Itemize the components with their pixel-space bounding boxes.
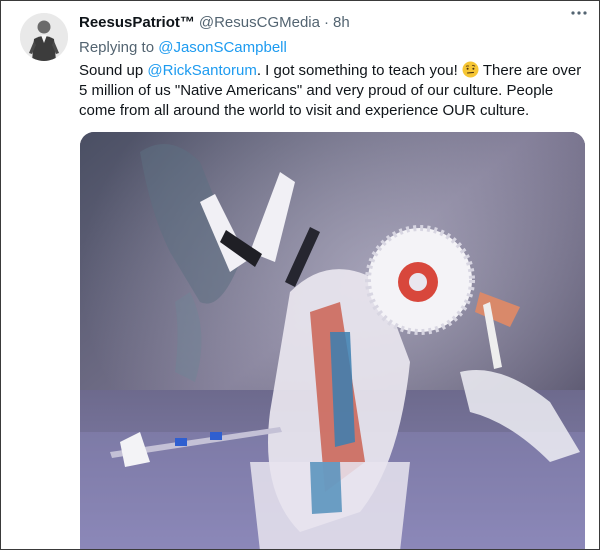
tweet-header: ReesusPatriot™ @ResusCGMedia · 8h	[79, 11, 589, 33]
tweet-text-part-1: Sound up	[79, 62, 148, 79]
tweet-card: ReesusPatriot™ @ResusCGMedia · 8h Replyi…	[0, 0, 600, 550]
replying-to-line: Replying to @JasonSCampbell	[79, 39, 589, 59]
tweet-text: Sound up @RickSantorum. I got something …	[79, 61, 584, 121]
replying-to-link[interactable]: @JasonSCampbell	[158, 39, 287, 56]
replying-to-label: Replying to	[79, 39, 155, 56]
tweet-body: ReesusPatriot™ @ResusCGMedia · 8h Replyi…	[79, 11, 589, 121]
avatar-image	[20, 13, 68, 61]
more-options-button[interactable]	[569, 3, 589, 23]
separator-dot: ·	[323, 13, 329, 31]
tweet-timestamp[interactable]: 8h	[333, 14, 350, 31]
more-horizontal-icon	[571, 11, 587, 15]
tweet-video[interactable]	[80, 132, 585, 549]
video-frame-image	[80, 132, 585, 549]
mention-link[interactable]: @RickSantorum	[147, 62, 256, 79]
face-with-raised-eyebrow-icon	[462, 61, 479, 78]
user-handle[interactable]: @ResusCGMedia	[199, 14, 320, 31]
avatar[interactable]	[20, 13, 68, 61]
display-name[interactable]: ReesusPatriot™	[79, 14, 195, 31]
tweet-text-part-2: . I got something to teach you!	[256, 62, 458, 79]
